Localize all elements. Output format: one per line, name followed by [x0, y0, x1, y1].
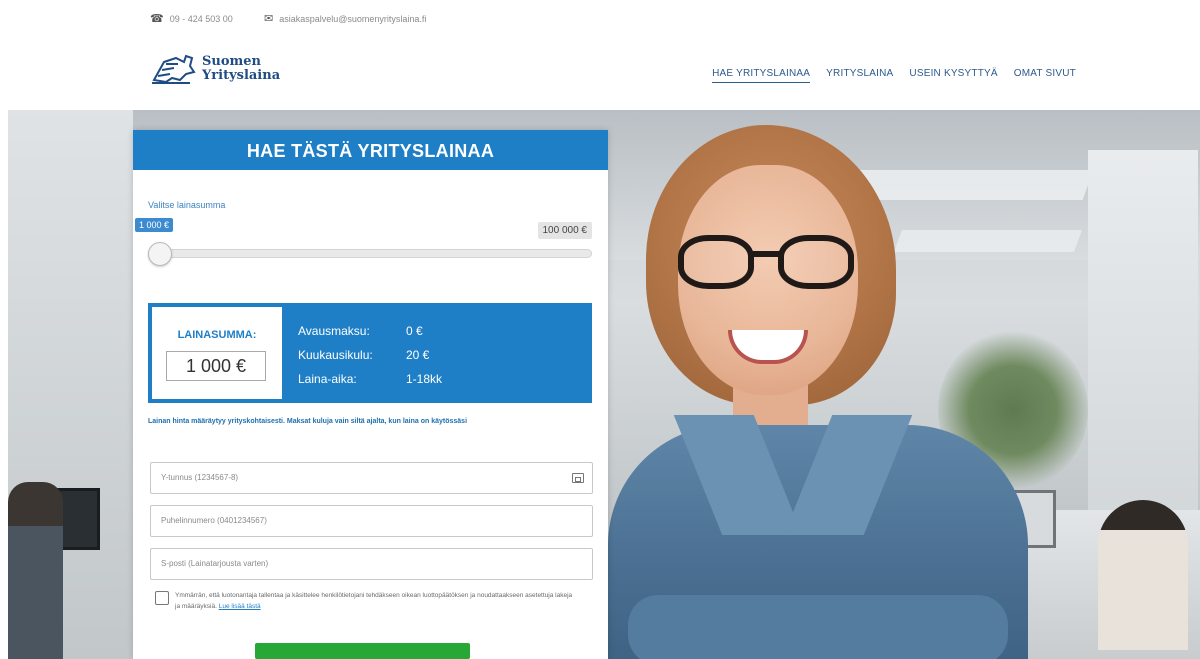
contact-email[interactable]: ✉ asiakaspalvelu@suomenyrityslaina.fi [264, 12, 426, 25]
nav-usein-kysyttya[interactable]: USEIN KYSYTTYÄ [909, 68, 997, 83]
business-id-input[interactable]: Y-tunnus (1234567-8) [150, 462, 593, 494]
top-contact-bar: ☎ 09 - 424 503 00 ✉ asiakaspalvelu@suome… [0, 0, 1200, 38]
site-logo[interactable]: Suomen Yrityslaina [150, 52, 280, 86]
consent-text: Ymmärrän, että luotonantaja tallentaa ja… [175, 590, 575, 612]
pricing-notice: Lainan hinta määräytyy yrityskohtaisesti… [148, 418, 468, 425]
loan-amount-title: LAINASUMMA: [177, 329, 257, 341]
nav-omat-sivut[interactable]: OMAT SIVUT [1014, 68, 1076, 83]
nav-hae-yrityslainaa[interactable]: HAE YRITYSLAINAA [712, 68, 811, 83]
phone-icon: ☎ [150, 13, 164, 25]
phone-number: 09 - 424 503 00 [169, 13, 233, 24]
loan-form-panel: HAE TÄSTÄ YRITYSLAINAA Valitse lainasumm… [133, 130, 608, 659]
loan-terms: Avausmaksu: 0 € Kuukausikulu: 20 € Laina… [298, 319, 442, 391]
slider-min-badge: 1 000 € [135, 218, 174, 232]
read-more-link[interactable]: Lue lisää tästä [219, 603, 261, 610]
lion-logo-icon [152, 54, 196, 84]
submit-button[interactable] [255, 643, 470, 659]
term-value: 0 € [406, 324, 423, 338]
term-value: 1-18kk [406, 372, 443, 386]
phone-placeholder: Puhelinnumero (0401234567) [161, 516, 267, 525]
smiling-woman-photo [608, 125, 1028, 659]
term-key: Kuukausikulu: [298, 348, 373, 362]
email-address: asiakaspalvelu@suomenyrityslaina.fi [279, 13, 427, 24]
term-key: Avausmaksu: [298, 324, 370, 338]
glasses-lens-right [778, 235, 854, 289]
logo-line2: Yrityslaina [202, 68, 281, 83]
term-key: Laina-aika: [298, 372, 357, 386]
amount-label: Valitse lainasumma [148, 200, 226, 210]
consent-row: Ymmärrän, että luotonantaja tallentaa ja… [155, 590, 575, 612]
loan-amount-value: 1 000 € [166, 351, 266, 381]
term-row: Laina-aika: 1-18kk [298, 367, 442, 391]
amount-slider-track[interactable] [148, 249, 592, 258]
logo-text: Suomen Yrityslaina [202, 55, 280, 83]
slider-max-badge: 100 000 € [537, 222, 592, 239]
amount-slider-handle[interactable] [148, 242, 172, 266]
loan-summary-box: LAINASUMMA: 1 000 € Avausmaksu: 0 € Kuuk… [148, 303, 592, 403]
consent-checkbox[interactable] [155, 591, 169, 605]
background-coworker [1098, 500, 1188, 650]
background-person [8, 482, 63, 659]
logo-line1: Suomen [202, 54, 261, 69]
contact-phone[interactable]: ☎ 09 - 424 503 00 [150, 12, 233, 25]
site-header: Suomen Yrityslaina HAE YRITYSLAINAA YRIT… [0, 38, 1200, 110]
term-row: Kuukausikulu: 20 € [298, 343, 442, 367]
main-nav: HAE YRITYSLAINAA YRITYSLAINA USEIN KYSYT… [712, 68, 1076, 83]
email-icon: ✉ [264, 13, 274, 25]
loan-amount-box: LAINASUMMA: 1 000 € [152, 307, 282, 399]
glasses [678, 235, 858, 291]
form-title: HAE TÄSTÄ YRITYSLAINAA [133, 130, 608, 170]
phone-input[interactable]: Puhelinnumero (0401234567) [150, 505, 593, 537]
term-row: Avausmaksu: 0 € [298, 319, 442, 343]
nav-yrityslaina[interactable]: YRITYSLAINA [826, 68, 893, 83]
glasses-lens-left [678, 235, 754, 289]
email-input[interactable]: S-posti (Lainatarjousta varten) [150, 548, 593, 580]
term-value: 20 € [406, 348, 430, 362]
business-id-placeholder: Y-tunnus (1234567-8) [161, 473, 239, 482]
email-placeholder: S-posti (Lainatarjousta varten) [161, 559, 269, 568]
id-card-icon [572, 473, 584, 483]
crossed-arms [628, 595, 1008, 659]
